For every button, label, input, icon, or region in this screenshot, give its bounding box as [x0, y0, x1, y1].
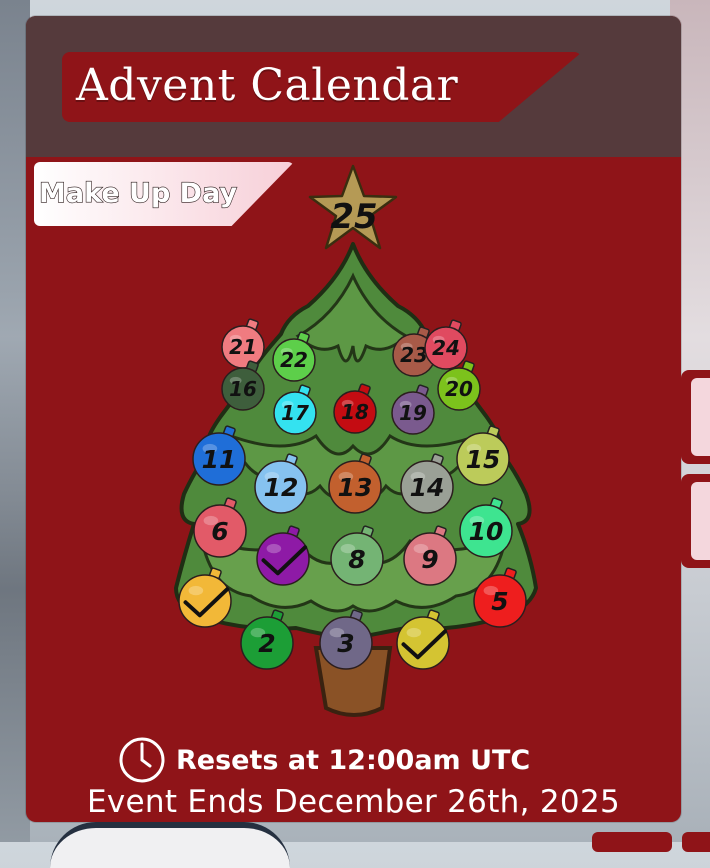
side-tab-2[interactable]	[681, 474, 710, 568]
ornament-day-label: 18	[341, 400, 369, 424]
ornament-day-label: 9	[421, 545, 438, 574]
ornament-day-label: 21	[229, 335, 257, 359]
ornament-day-label: 19	[399, 401, 427, 425]
bottom-partial-element	[50, 822, 290, 868]
ornament-day-label: 15	[466, 445, 501, 474]
side-tab-2-inner	[691, 482, 710, 560]
ornament-highlight	[266, 543, 282, 554]
ornament-day-21[interactable]: 21	[221, 318, 265, 369]
star-day-label: 25	[330, 197, 377, 237]
side-tab-1-inner	[691, 378, 710, 456]
ornament-day-label: 8	[348, 545, 365, 574]
bottom-partial-button[interactable]	[592, 832, 672, 852]
resets-text: Resets at 12:00am UTC	[176, 744, 531, 776]
ornament-day-label: 12	[264, 473, 299, 502]
clock-icon	[119, 737, 165, 783]
reset-info-row: Resets at 12:00am UTC	[118, 736, 530, 784]
ornament-day-label: 11	[202, 445, 237, 474]
ornament-day-label: 10	[469, 517, 504, 546]
ornament-day-label: 2	[258, 629, 275, 658]
ornament-day-label: 22	[280, 348, 308, 372]
advent-calendar-panel: Advent Calendar Make Up Day 25 21 22 23 24 1…	[26, 16, 681, 822]
ornament-day-label: 17	[281, 401, 309, 425]
ornament-day-label: 3	[337, 629, 354, 658]
ornament-day-label: 13	[338, 473, 373, 502]
ornament-day-label: 6	[211, 517, 228, 546]
ornament-day-16[interactable]: 16	[221, 360, 265, 411]
christmas-tree: 25 2122 23 2416 2017 18 191112 13 141568 91052 3	[174, 164, 538, 717]
ornament-highlight	[406, 627, 422, 638]
ornament-day-label: 5	[491, 587, 508, 616]
ornament-day-label: 14	[410, 473, 445, 502]
event-ends-text: Event Ends December 26th, 2025	[86, 784, 621, 820]
ornament-day-label: 20	[445, 377, 473, 401]
ornament-highlight	[188, 585, 204, 596]
ornament-day-label: 23	[400, 343, 428, 367]
ornament-day-label: 16	[229, 377, 257, 401]
ornament-day-label: 24	[432, 336, 460, 360]
ornament-day-24[interactable]: 24	[424, 319, 468, 370]
side-tab-1[interactable]	[681, 370, 710, 464]
bottom-partial-button-2[interactable]	[682, 832, 710, 852]
